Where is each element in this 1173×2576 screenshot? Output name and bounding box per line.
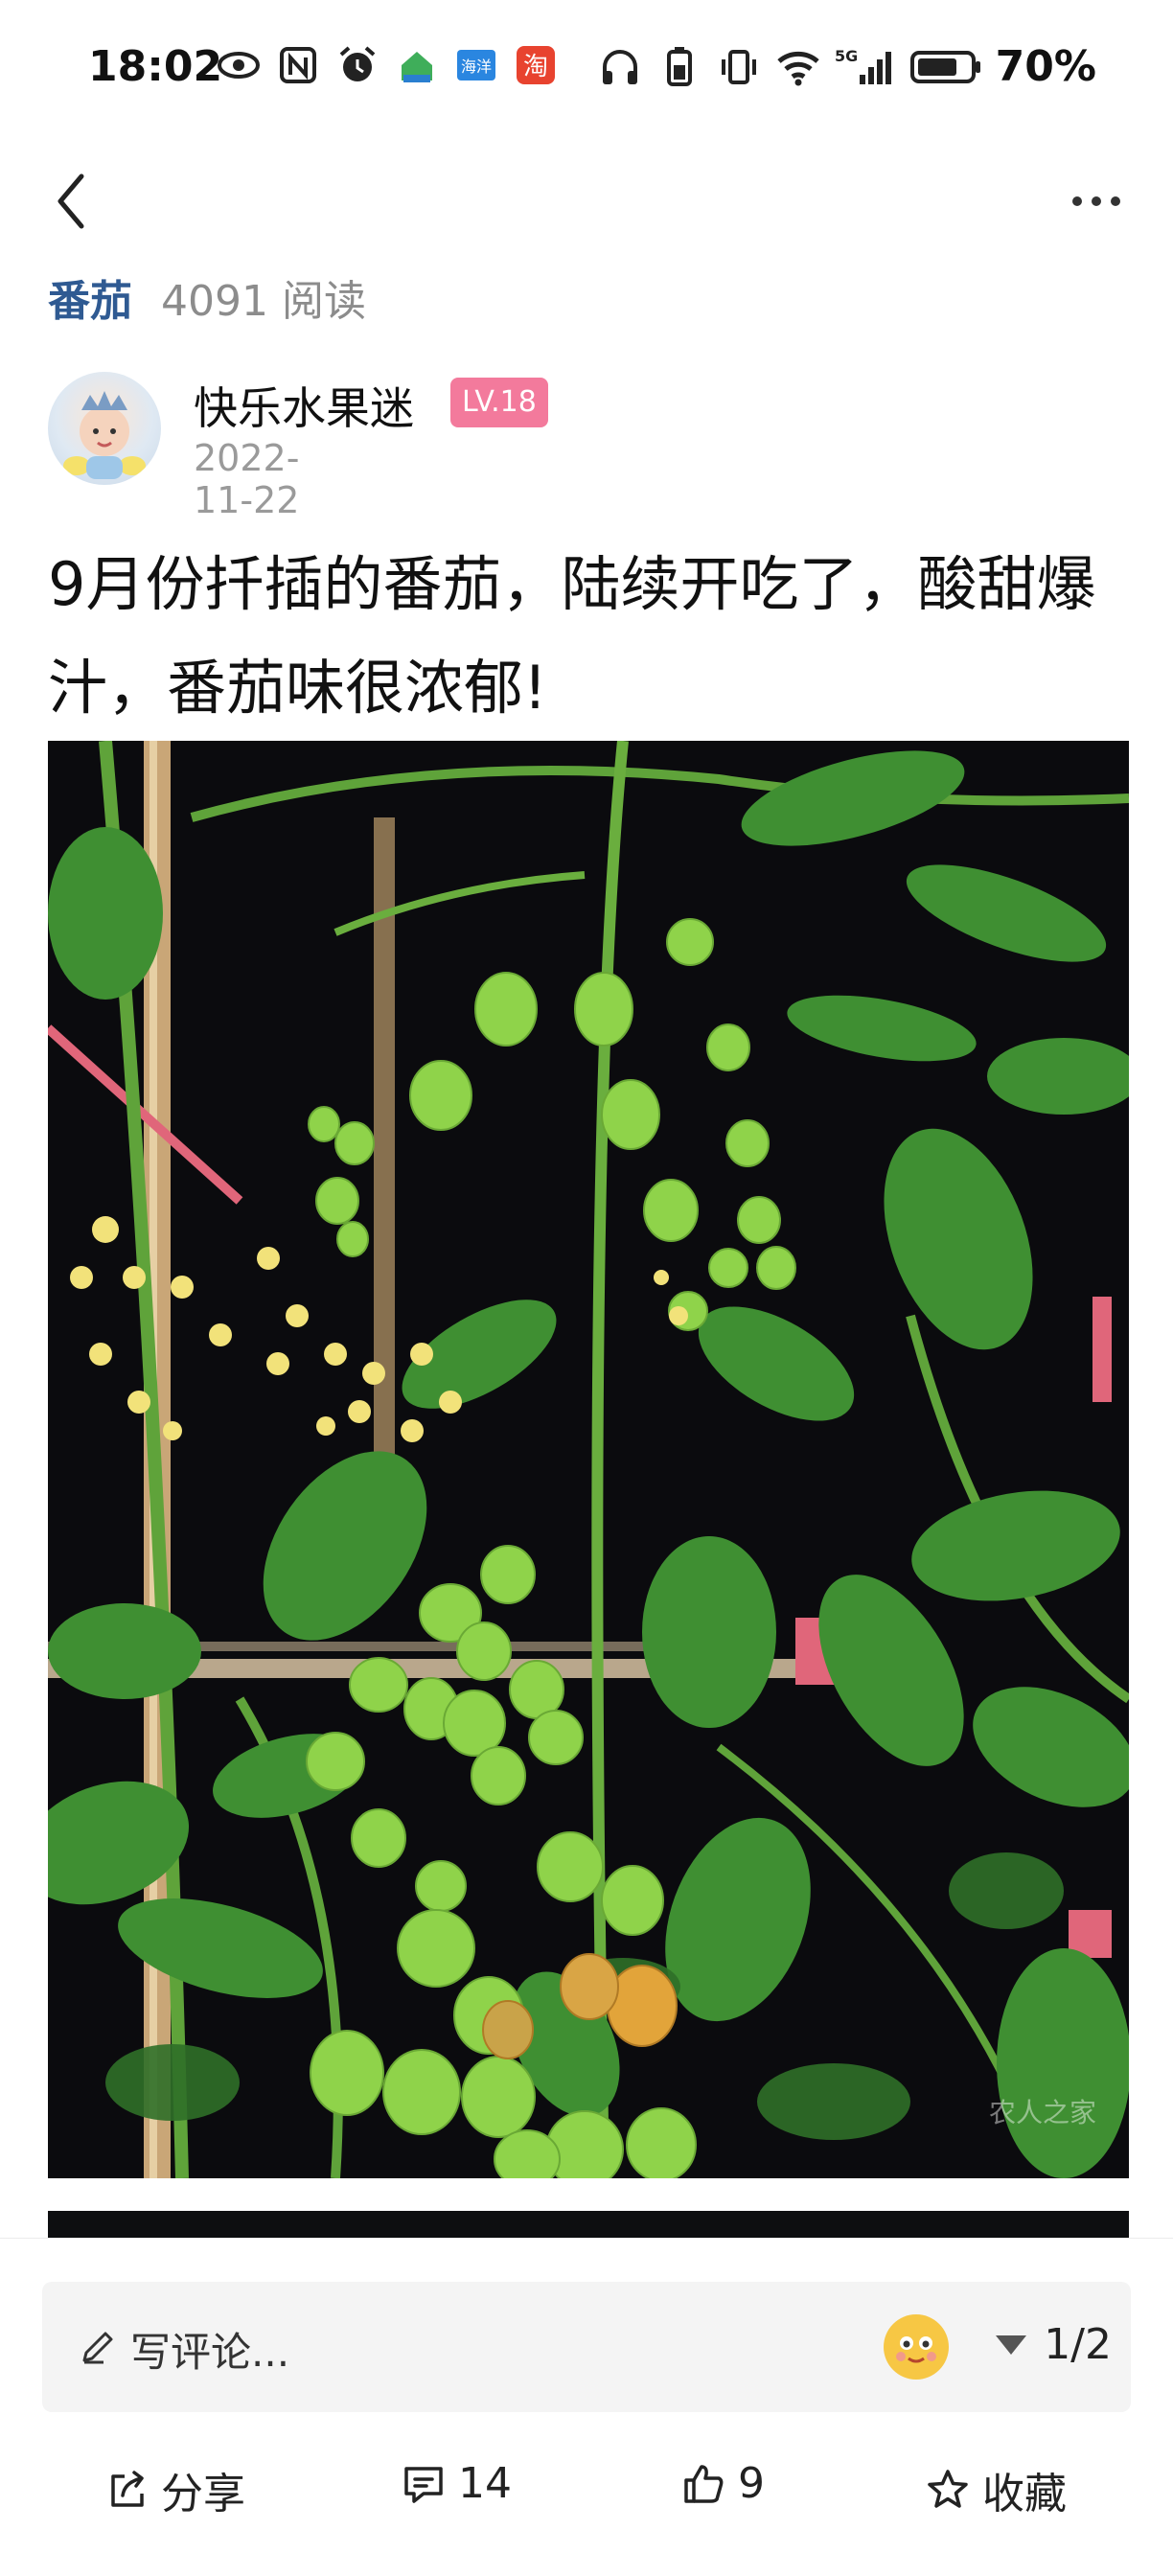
app-icon-haiyang: 海洋: [453, 42, 499, 88]
eye-icon: [216, 42, 262, 88]
comment-placeholder: 写评论...: [130, 2329, 290, 2376]
headphone-icon: [597, 44, 643, 90]
post-date: 2022-11-22: [194, 437, 300, 521]
app-icon-home: [394, 42, 440, 88]
star-icon: [928, 2470, 968, 2508]
status-left-icons: 海洋 淘: [216, 42, 559, 88]
post-detail-page: 18:02 海洋 淘 5G 70% 番茄 4091 阅读 快乐水果迷 LV.18…: [0, 0, 1173, 2576]
battery-saver-icon: [656, 44, 702, 90]
wifi-icon: [775, 44, 821, 90]
image-pager[interactable]: 1/2: [996, 2320, 1112, 2369]
nfc-icon: [275, 42, 321, 88]
like-button[interactable]: 9: [680, 2459, 765, 2508]
chevron-left-icon: [58, 173, 84, 229]
svg-text:5G: 5G: [835, 47, 858, 65]
action-bar: 分享 14 9 收藏: [0, 2450, 1173, 2555]
pencil-icon: [82, 2332, 113, 2364]
favorite-label: 收藏: [982, 2470, 1067, 2518]
share-button[interactable]: 分享: [104, 2459, 245, 2520]
level-badge: LV.18: [450, 378, 548, 427]
topic-line: 番茄 4091 阅读: [48, 266, 366, 328]
battery-percentage: 70%: [995, 42, 1096, 91]
share-label: 分享: [161, 2470, 245, 2518]
vibrate-icon: [716, 44, 762, 90]
read-count: 4091 阅读: [161, 277, 366, 326]
favorite-button[interactable]: 收藏: [925, 2459, 1067, 2520]
svg-text:海洋: 海洋: [461, 58, 492, 76]
5g-signal-icon: 5G: [835, 44, 896, 90]
like-count: 9: [738, 2459, 765, 2508]
page-indicator: 1/2: [1044, 2320, 1112, 2369]
app-icon-taobao: 淘: [513, 42, 559, 88]
post-photo[interactable]: 农人之家: [48, 741, 1129, 2178]
status-bar: 18:02 海洋 淘 5G 70%: [0, 0, 1173, 144]
status-right-icons: 5G 70%: [597, 42, 1096, 91]
share-icon: [111, 2471, 144, 2507]
more-options-button[interactable]: [1058, 172, 1135, 230]
image-watermark: 农人之家: [988, 2097, 1096, 2128]
emoji-face-icon[interactable]: [884, 2314, 949, 2380]
tomato-plant-image: [48, 741, 1129, 2178]
topic-tag[interactable]: 番茄: [48, 277, 132, 326]
post-title: 9月份扦插的番茄，陆续开吃了，酸甜爆汁，番茄味很浓郁!: [48, 549, 1096, 723]
comment-icon: [404, 2466, 443, 2503]
back-button[interactable]: [38, 163, 105, 240]
status-time: 18:02: [88, 42, 223, 91]
caret-down-icon: [996, 2334, 1027, 2355]
comment-input[interactable]: 写评论... 1/2: [42, 2282, 1131, 2412]
comment-count: 14: [458, 2459, 512, 2508]
author-name[interactable]: 快乐水果迷: [194, 374, 414, 437]
avatar[interactable]: [48, 372, 161, 485]
alarm-icon: [334, 42, 380, 88]
top-navigation: [0, 153, 1173, 249]
comment-button[interactable]: 14: [401, 2459, 512, 2508]
thumbs-up-icon: [684, 2464, 724, 2503]
bottom-panel: 写评论... 1/2 分享 14 9 收藏: [0, 2238, 1173, 2576]
battery-icon: [909, 44, 982, 90]
svg-text:淘: 淘: [523, 53, 548, 81]
more-dots-icon: [1072, 196, 1082, 206]
